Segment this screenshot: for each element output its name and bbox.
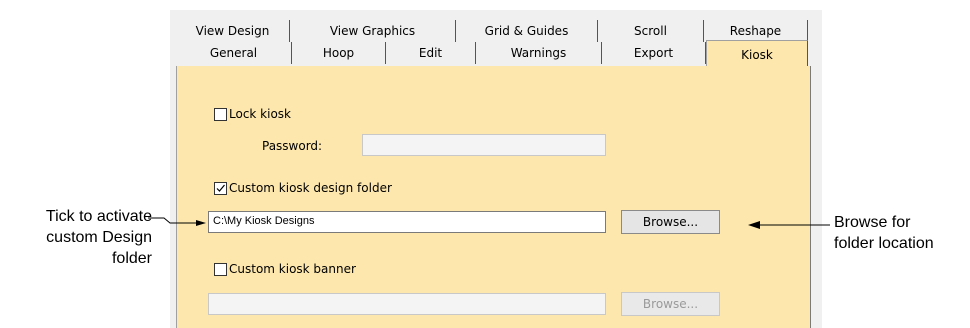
left-arrow-line	[148, 217, 196, 224]
right-arrow-head	[748, 221, 760, 229]
left-arrow-head	[196, 220, 206, 226]
callout-arrows	[148, 217, 830, 229]
